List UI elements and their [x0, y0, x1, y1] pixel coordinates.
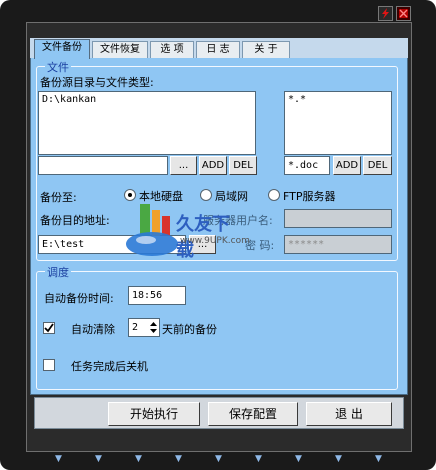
chevron-down-icon: ▼	[175, 454, 182, 464]
chevron-down-icon: ▼	[55, 454, 62, 464]
close-icon	[399, 9, 408, 18]
auto-clean-checkbox[interactable]	[43, 322, 55, 334]
source-browse-button[interactable]: ...	[170, 156, 197, 175]
file-group-title: 文件	[45, 59, 71, 75]
chevron-down-icon: ▼	[135, 454, 142, 464]
radio-ftp[interactable]	[268, 189, 280, 201]
source-input[interactable]	[38, 156, 168, 175]
radio-local-disk[interactable]	[124, 189, 136, 201]
tab-file-restore[interactable]: 文件恢复	[92, 41, 148, 58]
save-config-button[interactable]: 保存配置	[208, 402, 298, 426]
auto-clean-label: 自动清除	[71, 323, 115, 336]
source-add-button[interactable]: ADD	[199, 156, 227, 175]
auto-clean-days-value: 2	[132, 322, 139, 333]
shutdown-checkbox[interactable]	[43, 359, 55, 371]
type-del-button[interactable]: DEL	[363, 156, 392, 175]
chevron-down-icon: ▼	[215, 454, 222, 464]
chevron-down-icon: ▼	[295, 454, 302, 464]
tab-file-backup[interactable]: 文件备份	[34, 39, 90, 59]
server-user-input[interactable]	[284, 209, 392, 228]
auto-clean-suffix: 天前的备份	[162, 323, 217, 336]
auto-time-input[interactable]: 18:56	[128, 286, 186, 305]
tab-bar: 文件备份 文件恢复 选 项 日 志 关 于	[30, 38, 408, 59]
shutdown-label: 任务完成后关机	[71, 360, 148, 373]
checkmark-icon	[44, 323, 54, 333]
lightning-icon	[382, 8, 389, 19]
type-list[interactable]: *.*	[284, 91, 392, 155]
type-input[interactable]: *.doc	[284, 156, 330, 175]
schedule-group-title: 调度	[45, 264, 71, 280]
watermark-url: www.9UPK.com	[180, 236, 250, 246]
footer-decor: ▼ ▼ ▼ ▼ ▼ ▼ ▼ ▼ ▼	[40, 455, 400, 467]
close-button[interactable]	[396, 6, 411, 21]
minimize-button[interactable]	[378, 6, 393, 21]
tab-options[interactable]: 选 项	[150, 41, 194, 58]
watermark-logo: 久友下载 www.9UPK.com	[124, 202, 250, 262]
days-spinner[interactable]	[148, 319, 159, 336]
backup-to-label: 备份至:	[40, 191, 77, 204]
source-del-button[interactable]: DEL	[229, 156, 257, 175]
exit-button[interactable]: 退 出	[306, 402, 392, 426]
type-add-button[interactable]: ADD	[333, 156, 361, 175]
radio-ftp-label: FTP服务器	[283, 190, 336, 203]
tab-about[interactable]: 关 于	[242, 41, 290, 58]
chevron-down-icon: ▼	[95, 454, 102, 464]
spin-down-icon[interactable]	[150, 329, 157, 333]
radio-lan[interactable]	[200, 189, 212, 201]
source-list[interactable]: D:\kankan	[38, 91, 256, 155]
chevron-down-icon: ▼	[335, 454, 342, 464]
spin-up-icon[interactable]	[150, 322, 157, 326]
chevron-down-icon: ▼	[255, 454, 262, 464]
source-label: 备份源目录与文件类型:	[40, 76, 154, 89]
auto-time-label: 自动备份时间:	[44, 292, 114, 305]
start-button[interactable]: 开始执行	[108, 402, 200, 426]
chevron-down-icon: ▼	[375, 454, 382, 464]
password-input[interactable]: ******	[284, 235, 392, 254]
tab-log[interactable]: 日 志	[196, 41, 240, 58]
dest-label: 备份目的地址:	[40, 214, 110, 227]
